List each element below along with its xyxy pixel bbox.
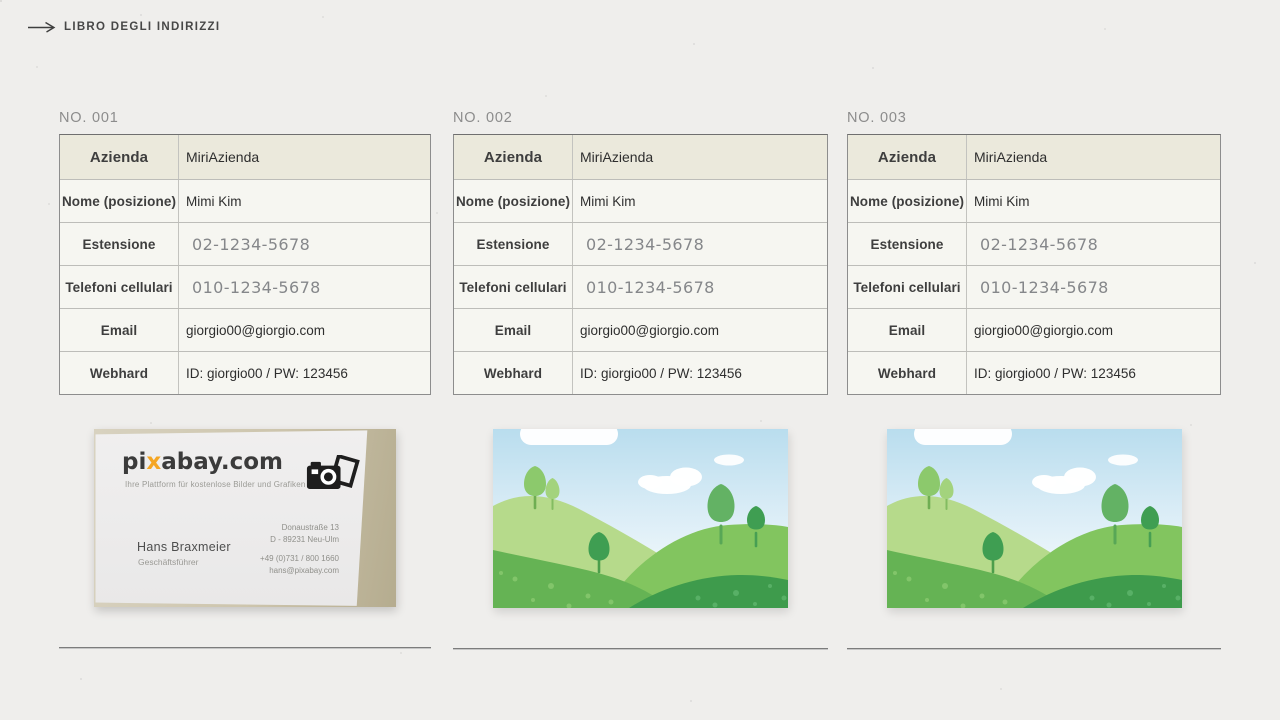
business-card-contact-block: Donaustraße 13 D - 89231 Neu-Ulm +49 (0)… xyxy=(260,522,339,577)
field-value-webhard: ID: giorgio00 / PW: 123456 xyxy=(967,352,1220,394)
field-value-mobile: 010-1234-5678 xyxy=(967,266,1220,308)
person-name: Hans Braxmeier xyxy=(137,540,231,554)
card-number-label: NO. 002 xyxy=(453,110,828,126)
person-role: Geschäftsführer xyxy=(138,557,198,567)
field-value-extension: 02-1234-5678 xyxy=(179,223,430,265)
field-value-webhard: ID: giorgio00 / PW: 123456 xyxy=(179,352,430,394)
landscape-illustration xyxy=(887,429,1182,608)
field-label-webhard: Webhard xyxy=(454,352,573,394)
field-value-company: MiriAzienda xyxy=(179,135,430,179)
field-value-name: Mimi Kim xyxy=(573,180,827,222)
arrow-right-icon xyxy=(28,21,56,33)
table-row-name: Nome (posizione) Mimi Kim xyxy=(60,179,430,222)
landscape-illustration xyxy=(493,429,788,608)
phone-line: +49 (0)731 / 800 1660 xyxy=(260,553,339,565)
field-value-company: MiriAzienda xyxy=(573,135,827,179)
logo-tagline: Ihre Plattform für kostenlose Bilder und… xyxy=(125,480,306,489)
table-row-mobile: Telefoni cellulari 010-1234-5678 xyxy=(848,265,1220,308)
landscape-image xyxy=(887,429,1182,608)
field-value-company: MiriAzienda xyxy=(967,135,1220,179)
table-row-company: Azienda MiriAzienda xyxy=(848,135,1220,179)
contact-card-1: NO. 001 Azienda MiriAzienda Nome (posizi… xyxy=(59,110,431,649)
business-card-photo: pixabay.com Ihre Plattform für kostenlos… xyxy=(94,429,396,607)
page-header: LIBRO DEGLI INDIRIZZI xyxy=(28,21,220,33)
pixabay-logo: pixabay.com xyxy=(122,449,283,475)
address-line-2: D - 89231 Neu-Ulm xyxy=(260,534,339,546)
field-label-mobile: Telefoni cellulari xyxy=(848,266,967,308)
table-row-extension: Estensione 02-1234-5678 xyxy=(454,222,827,265)
table-row-email: Email giorgio00@giorgio.com xyxy=(60,308,430,351)
field-label-mobile: Telefoni cellulari xyxy=(454,266,573,308)
table-row-webhard: Webhard ID: giorgio00 / PW: 123456 xyxy=(60,351,430,394)
contact-table: Azienda MiriAzienda Nome (posizione) Mim… xyxy=(847,134,1221,395)
divider-line xyxy=(847,648,1221,650)
field-label-email: Email xyxy=(454,309,573,351)
table-row-email: Email giorgio00@giorgio.com xyxy=(454,308,827,351)
table-row-extension: Estensione 02-1234-5678 xyxy=(848,222,1220,265)
field-label-extension: Estensione xyxy=(848,223,967,265)
contact-table: Azienda MiriAzienda Nome (posizione) Mim… xyxy=(59,134,431,395)
logo-text: pi xyxy=(122,449,146,475)
card-number-label: NO. 001 xyxy=(59,110,431,126)
table-row-name: Nome (posizione) Mimi Kim xyxy=(848,179,1220,222)
field-label-email: Email xyxy=(848,309,967,351)
logo-text-suffix: abay.com xyxy=(161,449,283,475)
page-title: LIBRO DEGLI INDIRIZZI xyxy=(64,21,220,33)
camera-icon xyxy=(306,455,362,495)
field-label-company: Azienda xyxy=(60,135,179,179)
table-row-webhard: Webhard ID: giorgio00 / PW: 123456 xyxy=(454,351,827,394)
field-label-webhard: Webhard xyxy=(848,352,967,394)
field-label-webhard: Webhard xyxy=(60,352,179,394)
contact-card-3: NO. 003 Azienda MiriAzienda Nome (posizi… xyxy=(847,110,1221,650)
divider-line xyxy=(59,647,431,649)
contact-table: Azienda MiriAzienda Nome (posizione) Mim… xyxy=(453,134,828,395)
field-value-name: Mimi Kim xyxy=(179,180,430,222)
field-value-mobile: 010-1234-5678 xyxy=(179,266,430,308)
table-row-mobile: Telefoni cellulari 010-1234-5678 xyxy=(454,265,827,308)
table-row-company: Azienda MiriAzienda xyxy=(60,135,430,179)
background-speckles xyxy=(0,0,2,2)
email-line: hans@pixabay.com xyxy=(260,565,339,577)
address-line-1: Donaustraße 13 xyxy=(260,522,339,534)
table-row-mobile: Telefoni cellulari 010-1234-5678 xyxy=(60,265,430,308)
table-row-company: Azienda MiriAzienda xyxy=(454,135,827,179)
field-label-extension: Estensione xyxy=(454,223,573,265)
field-label-extension: Estensione xyxy=(60,223,179,265)
field-value-email: giorgio00@giorgio.com xyxy=(179,309,430,351)
field-label-mobile: Telefoni cellulari xyxy=(60,266,179,308)
card-number-label: NO. 003 xyxy=(847,110,1221,126)
field-label-company: Azienda xyxy=(848,135,967,179)
field-label-name: Nome (posizione) xyxy=(848,180,967,222)
field-label-name: Nome (posizione) xyxy=(454,180,573,222)
field-label-company: Azienda xyxy=(454,135,573,179)
field-value-mobile: 010-1234-5678 xyxy=(573,266,827,308)
table-row-webhard: Webhard ID: giorgio00 / PW: 123456 xyxy=(848,351,1220,394)
table-row-extension: Estensione 02-1234-5678 xyxy=(60,222,430,265)
field-value-extension: 02-1234-5678 xyxy=(573,223,827,265)
table-row-name: Nome (posizione) Mimi Kim xyxy=(454,179,827,222)
table-row-email: Email giorgio00@giorgio.com xyxy=(848,308,1220,351)
field-label-name: Nome (posizione) xyxy=(60,180,179,222)
divider-line xyxy=(453,648,828,650)
field-value-webhard: ID: giorgio00 / PW: 123456 xyxy=(573,352,827,394)
field-value-extension: 02-1234-5678 xyxy=(967,223,1220,265)
field-value-name: Mimi Kim xyxy=(967,180,1220,222)
landscape-image xyxy=(493,429,788,608)
field-label-email: Email xyxy=(60,309,179,351)
logo-accent-letter: x xyxy=(146,449,161,475)
field-value-email: giorgio00@giorgio.com xyxy=(967,309,1220,351)
field-value-email: giorgio00@giorgio.com xyxy=(573,309,827,351)
contact-card-2: NO. 002 Azienda MiriAzienda Nome (posizi… xyxy=(453,110,828,650)
business-card-front: pixabay.com Ihre Plattform für kostenlos… xyxy=(94,429,396,607)
